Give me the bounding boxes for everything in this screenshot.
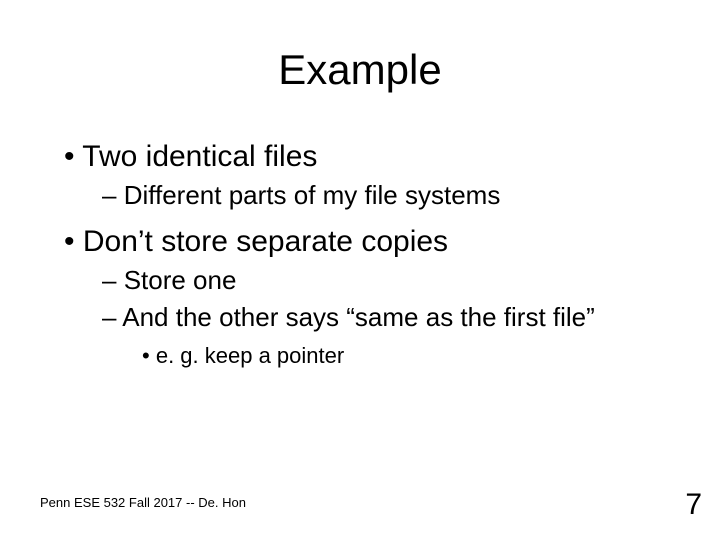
footer-text: Penn ESE 532 Fall 2017 -- De. Hon [40, 495, 246, 510]
slide: Example Two identical files Different pa… [0, 0, 720, 540]
bullet-level1: Two identical files [64, 140, 680, 174]
bullet-level1: Don’t store separate copies [64, 225, 680, 259]
slide-title: Example [0, 46, 720, 94]
page-number: 7 [685, 488, 702, 522]
bullet-level2: And the other says “same as the first fi… [64, 302, 680, 333]
bullet-level2: Store one [64, 265, 680, 296]
slide-content: Two identical files Different parts of m… [64, 140, 680, 369]
bullet-level2: Different parts of my file systems [64, 180, 680, 211]
bullet-level3: e. g. keep a pointer [64, 343, 680, 369]
